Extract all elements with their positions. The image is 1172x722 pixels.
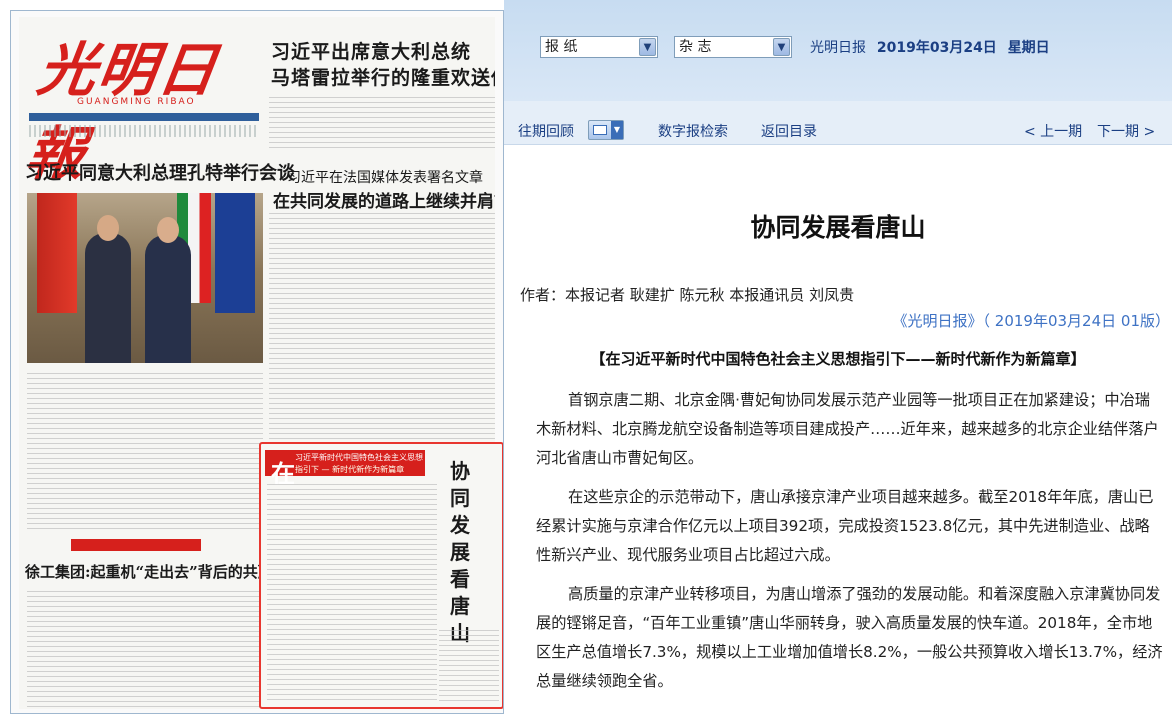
chevron-down-icon[interactable]: ▼: [639, 38, 656, 56]
magazine-select-value: 杂 志: [679, 39, 712, 55]
digital-search-link[interactable]: 数字报检索: [658, 121, 728, 141]
magazine-select[interactable]: 杂 志 ▼: [674, 36, 792, 58]
next-issue-link[interactable]: 下一期 >: [1097, 121, 1155, 141]
front-page-photo[interactable]: [27, 193, 263, 363]
article-title: 协同发展看唐山: [750, 213, 926, 242]
issue-info: 光明日报 2019年03月24日 星期日: [810, 37, 1056, 57]
article-body: 首钢京唐二期、北京金隅·曹妃甸协同发展示范产业园等一批项目正在加紧建设；中冶瑞木…: [536, 386, 1164, 706]
column-banner: 在 习近平新时代中国特色社会主义思想 指引下 — 新时代新作为新篇章: [265, 450, 425, 488]
top-toolbar: 报 纸 ▼ 杂 志 ▼ 光明日报 2019年03月24日 星期日: [504, 0, 1172, 101]
newspaper-page-panel: 光明日報 GUANGMING RIBAO 习近平出席意大利总统 马塔雷拉举行的隆…: [10, 10, 504, 714]
article-author: 作者：本报记者 耿建扩 陈元秋 本报通讯员 刘凤贵: [520, 286, 855, 304]
article-text-block: [267, 484, 437, 704]
back-to-toc-link[interactable]: 返回目录: [761, 121, 817, 141]
flag-shape: [215, 193, 255, 313]
person-figure: [145, 235, 191, 363]
masthead-date-bar: [29, 113, 259, 121]
chevron-down-icon: ▼: [611, 121, 623, 139]
headline-top-line1[interactable]: 习近平出席意大利总统: [271, 37, 471, 64]
person-figure: [157, 217, 179, 243]
newspaper-select[interactable]: 报 纸 ▼: [540, 36, 658, 58]
masthead-info-line: [29, 125, 259, 137]
newspaper-select-value: 报 纸: [545, 39, 578, 55]
nav-bar: 往期回顾 ▼ 数字报检索 返回目录 < 上一期 下一期 >: [504, 101, 1172, 145]
prev-issue-link[interactable]: < 上一期: [1024, 121, 1082, 141]
article-panel: 协同发展看唐山 作者：本报记者 耿建扩 陈元秋 本报通讯员 刘凤贵 《光明日报》…: [504, 146, 1172, 722]
masthead: 光明日報 GUANGMING RIBAO: [19, 17, 259, 188]
article-paragraph: 高质量的京津产业转移项目，为唐山增添了强劲的发展动能。和着深度融入京津冀协同发展…: [536, 585, 1163, 690]
headline-left-main[interactable]: 习近平同意大利总理孔特举行会谈: [25, 159, 295, 185]
article-column-title: 【在习近平新时代中国特色社会主义思想指引下——新时代新作为新篇章】: [590, 350, 1086, 368]
issue-date: 2019年03月24日: [876, 40, 997, 56]
issue-weekday: 星期日: [1007, 40, 1050, 56]
highlight-vertical-title: 协同发展看唐山: [450, 459, 470, 645]
article-text-block: [439, 630, 499, 704]
column-banner-line1: 习近平新时代中国特色社会主义思想: [295, 453, 423, 462]
article-source: 《光明日报》（ 2019年03月24日 01版）: [892, 312, 1170, 330]
headline-mid-line1[interactable]: 习近平在法国媒体发表署名文章: [287, 167, 483, 187]
article-paragraph: 在这些京企的示范带动下，唐山承接京津产业项目越来越多。截至2018年年底，唐山已…: [536, 488, 1154, 564]
article-text-block: [27, 373, 263, 533]
headline-mid-line2[interactable]: 在共同发展的道路上继续并肩前行: [273, 187, 495, 212]
chevron-down-icon[interactable]: ▼: [773, 38, 790, 56]
paper-name: 光明日报: [810, 40, 866, 56]
calendar-button[interactable]: ▼: [588, 120, 624, 140]
person-figure: [85, 233, 131, 363]
selected-article-highlight[interactable]: 在 习近平新时代中国特色社会主义思想 指引下 — 新时代新作为新篇章 协同发展看…: [259, 442, 503, 709]
article-text-block: [269, 213, 495, 445]
masthead-pinyin: GUANGMING RIBAO: [77, 97, 196, 107]
past-issues-link[interactable]: 往期回顾: [518, 121, 574, 141]
flag-shape: [37, 193, 77, 313]
article-text-block: [269, 97, 495, 151]
person-figure: [97, 215, 119, 241]
article-text-block: [27, 591, 263, 709]
article-paragraph: 首钢京唐二期、北京金隅·曹妃甸协同发展示范产业园等一批项目正在加紧建设；中冶瑞木…: [536, 391, 1159, 467]
calendar-icon: [593, 125, 607, 135]
column-banner-line2: 指引下 — 新时代新作为新篇章: [295, 465, 405, 474]
headline-top-line2[interactable]: 马塔雷拉举行的隆重欢送仪式: [271, 63, 495, 90]
section-ribbon: [71, 539, 201, 551]
